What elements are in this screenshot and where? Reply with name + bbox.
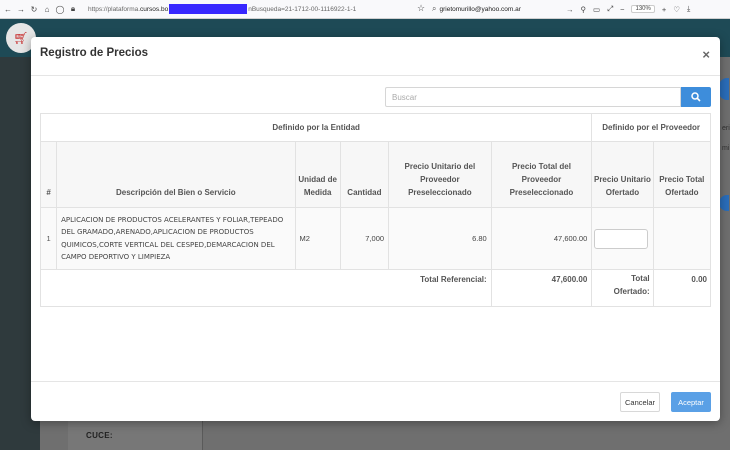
- expand-icon[interactable]: ⤢: [607, 4, 613, 14]
- search-icon: ⌕: [432, 4, 437, 13]
- back-arrow-icon[interactable]: ←: [3, 5, 13, 14]
- shield-icon: ◯: [55, 4, 65, 14]
- cuce-label: CUCE:: [86, 431, 113, 440]
- row-offered-total-cell: [652, 207, 712, 270]
- row-unit-price: 6.80: [388, 207, 492, 270]
- column-header-quantity: Cantidad: [339, 141, 390, 208]
- modal-title: Registro de Precios: [40, 47, 149, 59]
- column-header-offered-unit: Precio Unitario Ofertado: [591, 141, 654, 208]
- row-offered-unit-cell: [591, 207, 654, 270]
- accept-button[interactable]: Aceptar: [671, 392, 711, 412]
- zoom-level[interactable]: 130%: [631, 5, 655, 13]
- search-icon: [691, 92, 701, 102]
- column-header-total-price: Precio Total del Proveedor Preselecciona…: [490, 141, 593, 208]
- background-text: mi: [722, 145, 730, 152]
- url-host: cursos.bo: [140, 5, 169, 13]
- search-button[interactable]: [681, 87, 711, 107]
- group-header-provider: Definido por el Proveedor: [591, 113, 711, 142]
- background-button: [719, 195, 729, 211]
- url-redaction: [169, 4, 248, 14]
- row-total-price: 47,600.00: [490, 207, 593, 270]
- row-description: APLICACION DE PRODUCTOS ACELERANTES Y FO…: [56, 207, 296, 270]
- lock-icon: 🔒︎: [70, 4, 76, 13]
- column-header-unit: Unidad de Medida: [294, 141, 341, 208]
- close-icon[interactable]: ×: [702, 47, 710, 62]
- zoom-in-icon[interactable]: +: [662, 5, 666, 14]
- column-header-unit-price: Precio Unitario del Proveedor Preselecci…: [388, 141, 492, 208]
- home-icon[interactable]: ⌂: [42, 5, 52, 14]
- total-referencial-value: 47,600.00: [490, 269, 593, 307]
- go-arrow-icon[interactable]: →: [566, 5, 574, 14]
- row-quantity: 7,000: [339, 207, 390, 270]
- pocket-icon[interactable]: ♡: [673, 5, 680, 14]
- totals-row: Total Referencial: 47,600.00 Total Ofert…: [40, 269, 712, 307]
- column-header-num: #: [39, 141, 58, 208]
- browser-search-text: grietomurillo@yahoo.com.ar: [439, 5, 521, 13]
- search-input[interactable]: [385, 87, 681, 107]
- modal-footer: [31, 381, 720, 422]
- browser-search-box[interactable]: ⌕ grietomurillo@yahoo.com.ar: [432, 2, 567, 16]
- total-ofertado-value: 0.00: [652, 269, 712, 307]
- prices-table: Definido por la Entidad Definido por el …: [39, 113, 712, 307]
- row-unit: M2: [294, 207, 341, 270]
- url-suffix: nBusqueda=21-1712-00-1116922-1-1: [248, 5, 357, 13]
- download-icon[interactable]: ⤓: [687, 4, 690, 14]
- total-ofertado-label: Total Ofertado:: [591, 269, 654, 307]
- url-prefix: https://plataforma.: [88, 5, 141, 13]
- address-bar[interactable]: https://plataforma. cursos.bo nBusqueda=…: [88, 2, 400, 16]
- background-button: [719, 78, 729, 100]
- total-referencial-label: Total Referencial:: [40, 269, 492, 307]
- reload-icon[interactable]: ↻: [29, 5, 39, 14]
- browser-tools: → ⚲ ▭ ⤢ − 130% + ♡ ⤓: [566, 2, 690, 16]
- column-header-description: Descripción del Bien o Servicio: [56, 141, 296, 208]
- table-search: [385, 87, 711, 107]
- forward-arrow-icon[interactable]: →: [16, 5, 26, 14]
- price-registry-modal: Registro de Precios × Definido por la En…: [31, 37, 720, 421]
- offered-unit-price-input[interactable]: [594, 228, 649, 249]
- bookmark-star-icon[interactable]: ☆: [417, 3, 425, 14]
- zoom-out-icon[interactable]: −: [620, 5, 624, 14]
- cancel-button[interactable]: Cancelar: [620, 392, 660, 412]
- row-number: 1: [39, 207, 58, 270]
- extension-icon[interactable]: ⚲: [581, 5, 587, 14]
- table-row: 1 APLICACION DE PRODUCTOS ACELERANTES Y …: [39, 207, 712, 270]
- background-text: eri: [722, 125, 730, 132]
- column-header-offered-total: Precio Total Ofertado: [652, 141, 712, 208]
- screen-icon[interactable]: ▭: [593, 5, 600, 14]
- group-header-entity: Definido por la Entidad: [39, 113, 593, 142]
- modal-header: Registro de Precios ×: [31, 37, 720, 76]
